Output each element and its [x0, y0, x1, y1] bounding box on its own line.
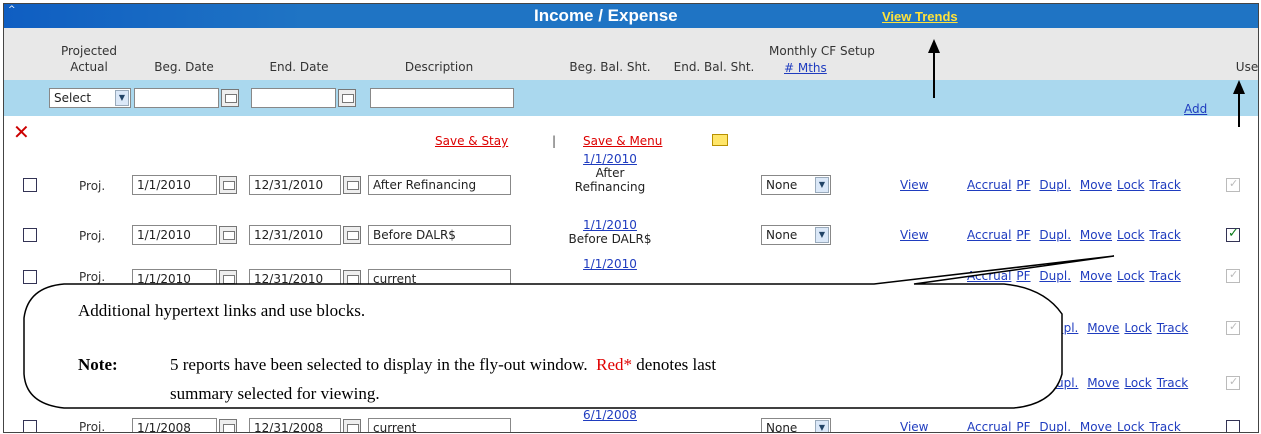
accrual-link[interactable]: Accrual	[967, 178, 1011, 192]
col-use: Use	[1235, 60, 1259, 74]
row-links: Accrual PF Dupl. Move Lock Track	[967, 178, 1186, 192]
arrow-up-icon	[1233, 80, 1245, 94]
collapse-caret-icon[interactable]: ^	[8, 5, 16, 15]
description-filter-input[interactable]	[370, 88, 514, 108]
note-label: Note:	[78, 355, 118, 374]
end-date-input[interactable]: 12/31/2010	[249, 225, 341, 245]
save-menu-link[interactable]: Save & Menu	[583, 134, 662, 148]
lock-link[interactable]: Lock	[1117, 228, 1144, 242]
col-monthly-cf-setup: Monthly CF Setup	[769, 44, 875, 58]
description-input[interactable]: After Refinancing	[368, 175, 511, 195]
arrow-shaft	[1238, 93, 1240, 127]
move-link[interactable]: Move	[1080, 228, 1112, 242]
col-end-bal-sht: End. Bal. Sht.	[673, 60, 755, 74]
pf-link[interactable]: PF	[1016, 228, 1030, 242]
calendar-icon[interactable]	[219, 176, 237, 194]
col-description: Description	[404, 60, 474, 74]
view-link[interactable]: View	[900, 178, 928, 192]
track-link[interactable]: Track	[1149, 178, 1180, 192]
beg-date-input[interactable]: 1/1/2010	[132, 225, 217, 245]
col-projected-actual: Projected Actual	[60, 44, 118, 74]
chevron-down-icon: ▼	[815, 227, 829, 243]
summary-label: After	[595, 166, 625, 180]
use-checkbox[interactable]	[1226, 177, 1240, 192]
calendar-icon[interactable]	[219, 226, 237, 244]
months-link[interactable]: # Mths	[784, 61, 827, 75]
filter-row: Select ▼	[4, 80, 1258, 116]
view-trends-link[interactable]: View Trends	[882, 9, 958, 24]
end-date-filter-input[interactable]	[251, 88, 336, 108]
row-type: Proj.	[79, 179, 106, 193]
delete-icon[interactable]: ✕	[13, 120, 30, 144]
column-header-row: Projected Actual Beg. Date End. Date Des…	[4, 28, 1258, 80]
chevron-down-icon: ▼	[115, 90, 129, 106]
red-asterisk-label: Red*	[596, 355, 633, 374]
cf-select[interactable]: None ▼	[761, 175, 831, 195]
type-select[interactable]: Select ▼	[49, 88, 131, 108]
description-input[interactable]: Before DALR$	[368, 225, 511, 245]
mail-icon[interactable]	[712, 134, 728, 146]
lock-link[interactable]: Lock	[1117, 178, 1144, 192]
col-end-date: End. Date	[269, 60, 329, 74]
calendar-icon[interactable]	[221, 89, 239, 107]
col-beg-bal-sht: Beg. Bal. Sht.	[569, 60, 651, 74]
calendar-icon[interactable]	[343, 226, 361, 244]
row-links: Accrual PF Dupl. Move Lock Track	[967, 228, 1186, 242]
dupl-link[interactable]: Dupl.	[1039, 178, 1071, 192]
table-row: Proj. 1/1/2010 12/31/2010 After Refinanc…	[4, 152, 1258, 207]
col-beg-date: Beg. Date	[154, 60, 214, 74]
row-type: Proj.	[79, 229, 106, 243]
cf-select[interactable]: None ▼	[761, 225, 831, 245]
chevron-down-icon: ▼	[815, 177, 829, 193]
summary-cell: 1/1/2010 After Refinancing	[560, 152, 660, 194]
callout-line: Additional hypertext links and use block…	[78, 301, 366, 320]
end-date-input[interactable]: 12/31/2010	[249, 175, 341, 195]
row-select-checkbox[interactable]	[23, 228, 37, 242]
summary-label: Refinancing	[574, 180, 646, 194]
calendar-icon[interactable]	[343, 176, 361, 194]
save-stay-link[interactable]: Save & Stay	[435, 134, 508, 148]
beg-bal-link[interactable]: 1/1/2010	[583, 218, 637, 232]
pf-link[interactable]: PF	[1016, 178, 1030, 192]
summary-label: Before DALR$	[568, 232, 652, 246]
beg-bal-link[interactable]: 1/1/2010	[583, 152, 637, 166]
separator: |	[552, 134, 557, 148]
calendar-icon[interactable]	[338, 89, 356, 107]
row-select-checkbox[interactable]	[23, 178, 37, 192]
title-bar-gradient	[4, 4, 304, 28]
view-link[interactable]: View	[900, 228, 928, 242]
beg-date-filter-input[interactable]	[134, 88, 219, 108]
track-link[interactable]: Track	[1149, 228, 1180, 242]
title-bar: ^ Income / Expense View Trends	[4, 4, 1258, 28]
add-link[interactable]: Add	[1184, 102, 1207, 116]
table-row: Proj. 1/1/2010 12/31/2010 Before DALR$ 1…	[4, 217, 1258, 257]
arrow-shaft	[933, 52, 935, 98]
note-text: 5 reports have been selected to display …	[170, 355, 717, 374]
summary-cell: 1/1/2010 Before DALR$	[560, 218, 660, 246]
note-text-line2: summary selected for viewing.	[170, 384, 380, 403]
move-link[interactable]: Move	[1080, 178, 1112, 192]
accrual-link[interactable]: Accrual	[967, 228, 1011, 242]
beg-date-input[interactable]: 1/1/2010	[132, 175, 217, 195]
income-expense-panel: ^ Income / Expense View Trends Projected…	[3, 3, 1259, 433]
arrow-up-icon	[928, 39, 940, 53]
use-checkbox[interactable]	[1226, 226, 1240, 242]
dupl-link[interactable]: Dupl.	[1039, 228, 1071, 242]
panel-title: Income / Expense	[534, 6, 678, 25]
